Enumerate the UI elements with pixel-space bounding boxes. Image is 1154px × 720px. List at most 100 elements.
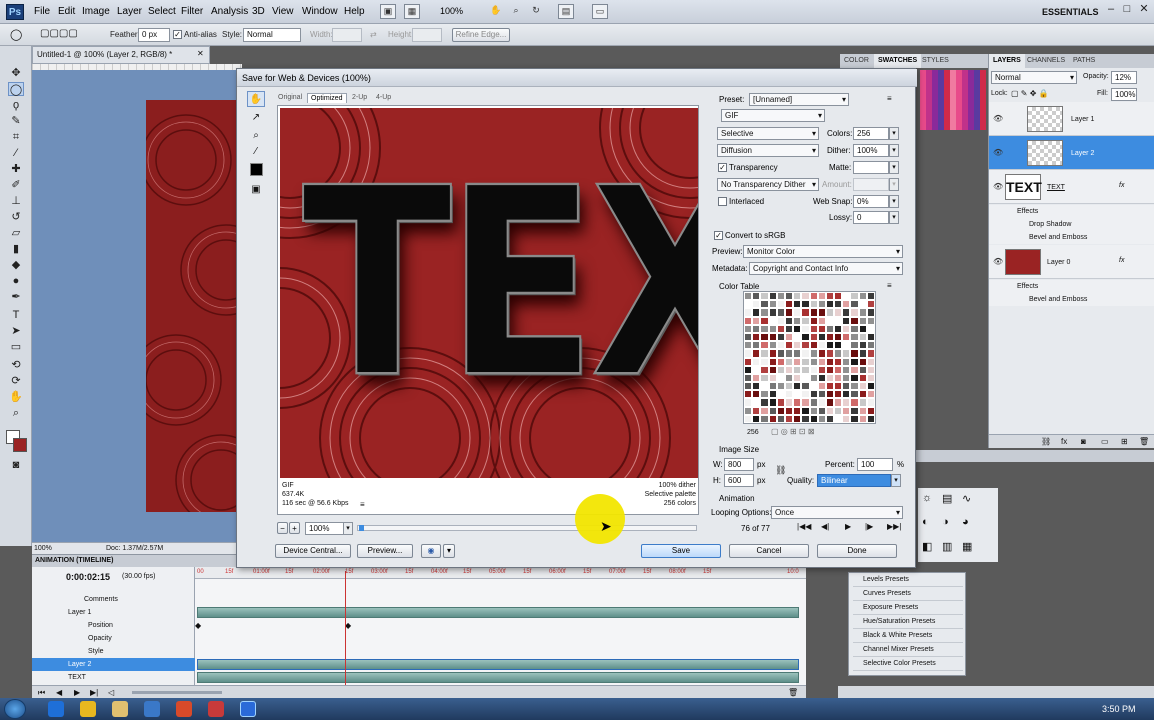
blend-mode-select[interactable]: Normal bbox=[991, 71, 1077, 84]
color-swatch[interactable] bbox=[776, 406, 785, 415]
color-swatch[interactable] bbox=[866, 300, 875, 309]
color-swatch[interactable] bbox=[834, 398, 843, 407]
color-swatch[interactable] bbox=[834, 382, 843, 391]
color-swatch[interactable] bbox=[817, 324, 826, 333]
color-swatch[interactable] bbox=[842, 349, 851, 358]
color-swatch[interactable] bbox=[760, 308, 769, 317]
color-swatch[interactable] bbox=[801, 414, 810, 423]
add-style-icon[interactable]: fx bbox=[1061, 437, 1067, 446]
zoom-select[interactable]: 100% bbox=[305, 522, 345, 535]
color-swatch[interactable] bbox=[744, 357, 753, 366]
color-swatch[interactable] bbox=[744, 332, 753, 342]
tab-color[interactable]: COLOR bbox=[840, 54, 873, 68]
zoom-level[interactable]: 100% bbox=[440, 6, 463, 16]
3d-camera-tool-icon[interactable]: ⟳ bbox=[8, 374, 24, 388]
color-swatch[interactable] bbox=[752, 341, 761, 350]
color-swatch[interactable] bbox=[834, 373, 843, 383]
color-swatch[interactable] bbox=[744, 373, 753, 383]
color-swatch[interactable] bbox=[768, 382, 777, 391]
vibrance-icon[interactable]: ◐ bbox=[922, 516, 929, 528]
optimize-menu-icon[interactable]: ≡ bbox=[887, 94, 892, 103]
color-swatch[interactable] bbox=[752, 373, 761, 383]
timeline-row-layer1[interactable]: Layer 1 bbox=[32, 606, 195, 619]
color-swatch[interactable] bbox=[752, 357, 761, 366]
preset-select[interactable]: [Unnamed] bbox=[749, 93, 849, 106]
first-frame-icon[interactable]: ⏮ bbox=[38, 688, 45, 698]
feather-input[interactable]: 0 px bbox=[138, 28, 170, 42]
color-swatch[interactable] bbox=[776, 292, 785, 301]
color-swatch[interactable] bbox=[752, 332, 761, 342]
start-button[interactable] bbox=[4, 699, 26, 719]
color-swatch[interactable] bbox=[858, 300, 867, 309]
color-swatch[interactable] bbox=[850, 390, 859, 399]
height-input[interactable] bbox=[412, 28, 442, 42]
color-swatch[interactable] bbox=[809, 357, 818, 366]
color-swatch[interactable] bbox=[752, 300, 761, 309]
convert-srgb-checkbox[interactable]: ✓ bbox=[714, 231, 723, 240]
extras-icon[interactable]: ▦ bbox=[404, 4, 420, 19]
invert-icon[interactable]: ◧ bbox=[922, 540, 932, 553]
workspace-switcher[interactable]: ESSENTIALS bbox=[1042, 7, 1099, 17]
color-swatch[interactable] bbox=[760, 390, 769, 399]
color-swatch[interactable] bbox=[858, 316, 867, 325]
menu-layer[interactable]: Layer bbox=[117, 6, 142, 17]
color-swatch[interactable] bbox=[834, 349, 843, 358]
preset-exposure[interactable]: Exposure Presets bbox=[853, 601, 963, 615]
prev-frame-icon[interactable]: ◀ bbox=[56, 688, 62, 697]
explorer-icon[interactable] bbox=[112, 701, 128, 717]
matte-dropdown-icon[interactable]: ▾ bbox=[889, 161, 899, 174]
color-swatch[interactable] bbox=[793, 382, 802, 391]
color-swatch[interactable] bbox=[801, 390, 810, 399]
zoom-tool-icon[interactable]: ⌕ bbox=[247, 127, 265, 143]
color-swatch[interactable] bbox=[817, 398, 826, 407]
color-swatch[interactable] bbox=[768, 341, 777, 350]
color-swatch[interactable] bbox=[744, 414, 753, 423]
gradient-map-icon[interactable]: ▦ bbox=[962, 540, 972, 553]
color-swatch[interactable] bbox=[817, 308, 826, 317]
color-swatch[interactable] bbox=[817, 332, 826, 342]
color-swatch[interactable] bbox=[866, 357, 875, 366]
color-swatch[interactable] bbox=[784, 390, 794, 399]
background-color-swatch[interactable] bbox=[13, 438, 27, 452]
color-swatch[interactable] bbox=[842, 300, 851, 309]
color-swatch[interactable] bbox=[866, 382, 875, 391]
timeline-row-layer2[interactable]: Layer 2 bbox=[32, 658, 195, 671]
minimize-icon[interactable]: – bbox=[1104, 3, 1118, 17]
status-zoom[interactable]: 100% bbox=[34, 545, 52, 552]
color-swatch[interactable] bbox=[809, 341, 818, 350]
color-swatch[interactable] bbox=[801, 365, 810, 374]
layer-row-layer1[interactable]: 👁 Layer 1 bbox=[989, 102, 1154, 136]
color-swatch[interactable] bbox=[744, 398, 753, 407]
amount-dropdown-icon[interactable]: ▾ bbox=[889, 178, 899, 191]
brightness-icon[interactable]: ☼ bbox=[922, 492, 932, 504]
preset-black-white[interactable]: Black & White Presets bbox=[853, 629, 963, 643]
color-swatch[interactable] bbox=[825, 365, 835, 374]
timeline-row-opacity[interactable]: Opacity bbox=[32, 632, 195, 645]
color-swatch[interactable] bbox=[825, 349, 835, 358]
color-swatch[interactable] bbox=[817, 349, 826, 358]
color-swatch[interactable] bbox=[776, 341, 785, 350]
lossy-input[interactable]: 0 bbox=[853, 211, 889, 224]
color-swatch[interactable] bbox=[776, 300, 785, 309]
levels-icon[interactable]: ▤ bbox=[942, 492, 952, 505]
quick-mask-icon[interactable]: ◙ bbox=[8, 458, 24, 472]
color-swatch[interactable] bbox=[817, 382, 826, 391]
app-icon[interactable] bbox=[144, 701, 160, 717]
color-swatch[interactable] bbox=[784, 316, 794, 325]
menu-icon[interactable]: ≡ bbox=[360, 500, 365, 509]
color-swatch[interactable] bbox=[760, 316, 769, 325]
color-swatch[interactable] bbox=[744, 324, 753, 333]
color-swatch[interactable] bbox=[850, 308, 859, 317]
dither-dropdown-icon[interactable]: ▾ bbox=[889, 144, 899, 157]
color-swatch[interactable] bbox=[760, 414, 769, 423]
next-frame-icon[interactable]: ▶| bbox=[90, 688, 98, 697]
color-table-tools[interactable]: ▢ ◎ ⊞ ⊡ ⊠ bbox=[771, 427, 815, 436]
color-swatch[interactable] bbox=[817, 390, 826, 399]
close-icon[interactable]: ✕ bbox=[1137, 3, 1151, 17]
hand-icon[interactable]: ✋ bbox=[488, 4, 504, 19]
color-swatch[interactable] bbox=[817, 365, 826, 374]
color-swatch[interactable] bbox=[768, 292, 777, 301]
fx-icon[interactable]: fx bbox=[1119, 182, 1124, 189]
color-swatch[interactable] bbox=[834, 390, 843, 399]
color-swatch[interactable] bbox=[842, 324, 851, 333]
